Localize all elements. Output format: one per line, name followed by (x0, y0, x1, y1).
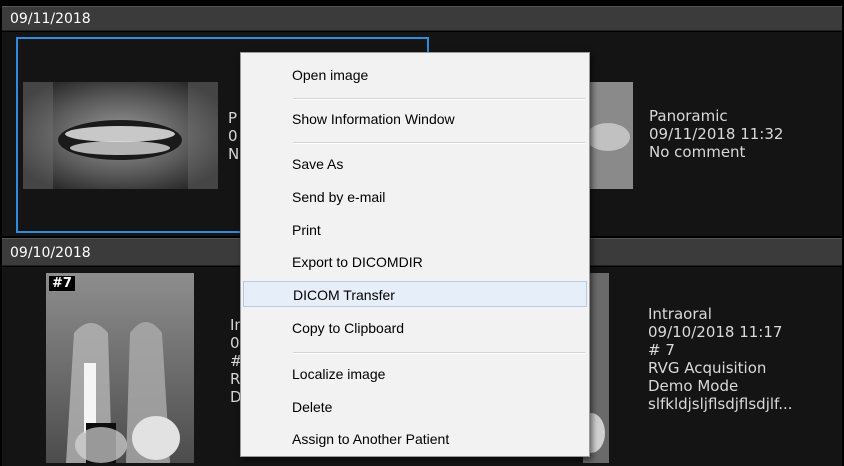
image-info: Intraoral 09/10/2018 11:17 # 7 RVG Acqui… (648, 305, 793, 413)
panoramic-thumbnail[interactable] (23, 82, 218, 189)
menu-item-open-image[interactable]: Open image (243, 62, 587, 88)
menu-item-assign-to-another-patient[interactable]: Assign to Another Patient (243, 426, 587, 452)
info-line: 0 (228, 127, 238, 145)
image-info: P 0 N (228, 109, 239, 163)
info-type: Panoramic (649, 107, 728, 125)
group-date-label: 09/10/2018 (10, 245, 91, 261)
info-line: N (228, 145, 240, 163)
info-datetime: 09/11/2018 11:32 (649, 125, 784, 143)
panoramic-xray-image (23, 82, 218, 189)
menu-separator (293, 142, 585, 144)
menu-separator (293, 352, 585, 354)
image-context-menu: Open image Show Information Window Save … (240, 52, 590, 457)
image-info: Panoramic 09/11/2018 11:32 No comment (649, 107, 783, 161)
info-comment: slfkldjsljflsdjflsdjlf... (648, 395, 793, 413)
info-mode: Demo Mode (648, 377, 739, 395)
info-datetime: 09/10/2018 11:17 (648, 323, 783, 341)
menu-item-show-information-window[interactable]: Show Information Window (243, 106, 587, 132)
info-number: # 7 (648, 341, 675, 359)
info-acquisition: RVG Acquisition (648, 359, 767, 377)
menu-item-copy-to-clipboard[interactable]: Copy to Clipboard (243, 315, 587, 341)
group-date-label: 09/11/2018 (10, 11, 91, 27)
image-number-badge: #7 (49, 276, 75, 291)
info-comment: No comment (649, 143, 746, 161)
menu-item-send-by-email[interactable]: Send by e-mail (243, 184, 587, 210)
menu-item-dicom-transfer[interactable]: DICOM Transfer (243, 281, 587, 307)
info-line: P (228, 109, 238, 127)
menu-item-delete[interactable]: Delete (243, 394, 587, 420)
menu-item-localize-image[interactable]: Localize image (243, 361, 587, 387)
info-type: Intraoral (648, 305, 712, 323)
menu-separator (293, 98, 585, 100)
intraoral-xray-image (46, 273, 194, 463)
menu-item-save-as[interactable]: Save As (243, 151, 587, 177)
date-group-header: 09/11/2018 (2, 6, 842, 31)
intraoral-thumbnail[interactable]: #7 (46, 273, 194, 463)
menu-item-export-to-dicomdir[interactable]: Export to DICOMDIR (243, 249, 587, 275)
menu-item-print[interactable]: Print (243, 217, 587, 243)
